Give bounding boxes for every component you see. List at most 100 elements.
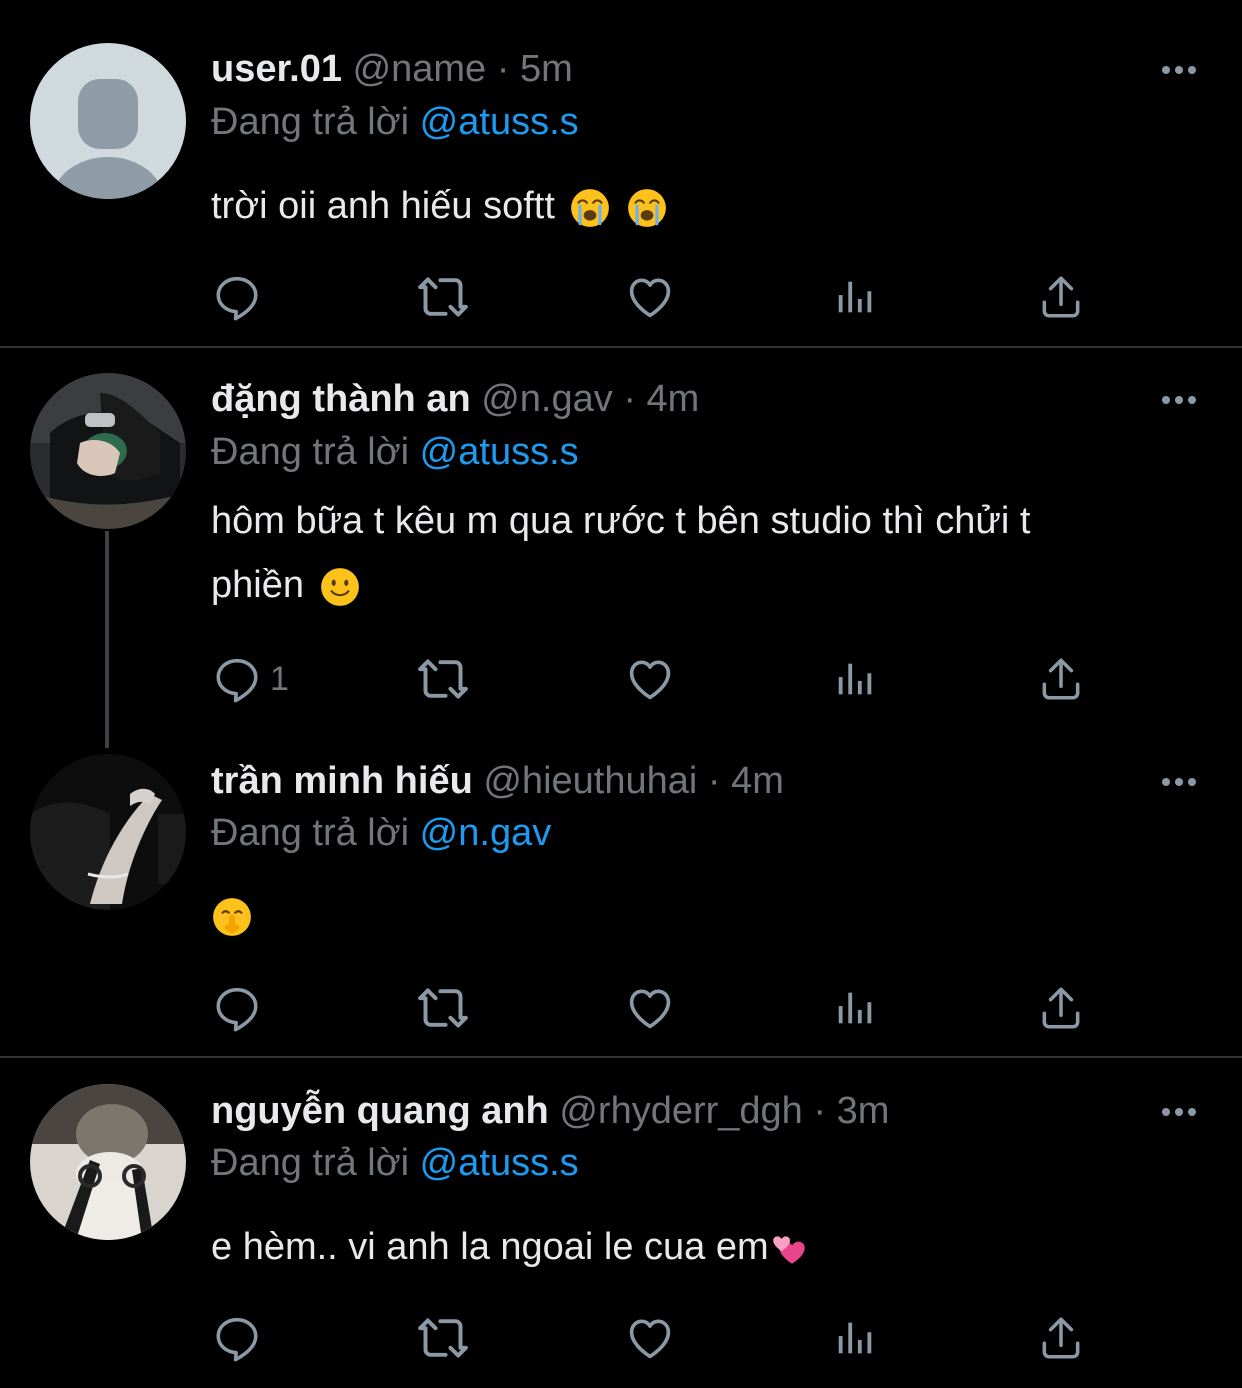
- loudly-crying-emoji-icon: [626, 187, 668, 229]
- handle[interactable]: @hieuthuhai: [483, 760, 697, 802]
- views-button[interactable]: [832, 649, 878, 709]
- retweet-button[interactable]: [415, 1308, 471, 1368]
- like-icon: [624, 653, 676, 705]
- tweet-3[interactable]: trần minh hiếu @hieuthuhai · 4m Đang trả…: [0, 728, 1242, 1056]
- reply-icon: [212, 983, 262, 1033]
- tweet-text: hôm bữa t kêu m qua rước t bên studio th…: [211, 489, 1191, 617]
- views-icon: [832, 985, 878, 1031]
- tweet-header: trần minh hiếu @hieuthuhai · 4m: [211, 756, 784, 806]
- thread-line: [105, 531, 109, 748]
- action-bar: [0, 978, 1242, 1038]
- retweet-button[interactable]: [415, 267, 471, 327]
- separator: ·: [813, 1090, 827, 1132]
- more-icon[interactable]: [1154, 1102, 1204, 1122]
- reply-icon: [212, 272, 262, 322]
- retweet-icon: [415, 651, 471, 707]
- like-icon: [624, 1312, 676, 1364]
- handle[interactable]: @rhyderr_dgh: [559, 1090, 802, 1132]
- handle[interactable]: @name: [353, 48, 487, 90]
- share-button[interactable]: [1036, 267, 1086, 327]
- tweet-text: trời oii anh hiếu softt: [211, 174, 1191, 238]
- views-button[interactable]: [832, 1308, 878, 1368]
- mention-link[interactable]: @n.gav: [420, 812, 552, 854]
- timestamp[interactable]: 5m: [520, 48, 573, 90]
- timestamp[interactable]: 4m: [647, 378, 700, 420]
- retweet-icon: [415, 1310, 471, 1366]
- loudly-crying-emoji-icon: [569, 187, 611, 229]
- reply-button[interactable]: [212, 1308, 270, 1368]
- replying-to: Đang trả lời @n.gav: [211, 808, 551, 858]
- tweet-header: user.01 @name · 5m: [211, 44, 573, 94]
- slightly-smiling-emoji-icon: [319, 566, 361, 608]
- tweet-4[interactable]: nguyễn quang anh @rhyderr_dgh · 3m Đang …: [0, 1058, 1242, 1388]
- display-name[interactable]: đặng thành an: [211, 378, 471, 420]
- reply-icon: [212, 654, 262, 704]
- more-icon[interactable]: [1154, 60, 1204, 80]
- views-icon: [832, 274, 878, 320]
- views-button[interactable]: [832, 978, 878, 1038]
- replying-label: Đang trả lời: [211, 101, 410, 143]
- tweet-1[interactable]: user.01 @name · 5m Đang trả lời @atuss.s…: [0, 0, 1242, 346]
- like-button[interactable]: [624, 267, 676, 327]
- share-button[interactable]: [1036, 978, 1086, 1038]
- views-button[interactable]: [832, 267, 878, 327]
- share-icon: [1036, 654, 1086, 704]
- profile-photo-icon: [30, 754, 186, 910]
- retweet-icon: [415, 980, 471, 1036]
- tweet-text-content: trời oii anh hiếu softt: [211, 185, 555, 227]
- share-icon: [1036, 272, 1086, 322]
- handle[interactable]: @n.gav: [481, 378, 613, 420]
- replying-to: Đang trả lời @atuss.s: [211, 427, 579, 477]
- retweet-icon: [415, 269, 471, 325]
- separator: ·: [707, 760, 721, 802]
- like-button[interactable]: [624, 978, 676, 1038]
- reply-button[interactable]: [212, 978, 270, 1038]
- more-icon[interactable]: [1154, 390, 1204, 410]
- default-avatar-icon: [30, 43, 186, 199]
- reply-count: 1: [270, 659, 289, 698]
- separator: ·: [623, 378, 636, 420]
- like-button[interactable]: [624, 649, 676, 709]
- avatar[interactable]: [30, 43, 186, 199]
- retweet-button[interactable]: [415, 978, 471, 1038]
- shushing-face-emoji-icon: [211, 896, 253, 938]
- reply-button[interactable]: [212, 267, 270, 327]
- views-icon: [832, 1315, 878, 1361]
- avatar[interactable]: [30, 1084, 186, 1240]
- tweet-text: e hèm.. vi anh la ngoai le cua em: [211, 1215, 1191, 1279]
- tweet-2[interactable]: đặng thành an @n.gav · 4m Đang trả lời @…: [0, 348, 1242, 748]
- mention-link[interactable]: @atuss.s: [420, 101, 579, 143]
- mention-link[interactable]: @atuss.s: [420, 431, 579, 473]
- reply-button[interactable]: 1: [212, 649, 289, 709]
- share-button[interactable]: [1036, 649, 1086, 709]
- share-icon: [1036, 1313, 1086, 1363]
- timestamp[interactable]: 3m: [837, 1090, 890, 1132]
- replying-label: Đang trả lời: [211, 431, 410, 473]
- tweet-header: đặng thành an @n.gav · 4m: [211, 374, 699, 424]
- reply-icon: [212, 1313, 262, 1363]
- like-button[interactable]: [624, 1308, 676, 1368]
- profile-photo-icon: [30, 373, 186, 529]
- action-bar: 1: [0, 649, 1242, 709]
- more-icon[interactable]: [1154, 772, 1204, 792]
- timestamp[interactable]: 4m: [731, 760, 784, 802]
- views-icon: [832, 656, 878, 702]
- like-icon: [624, 271, 676, 323]
- replying-to: Đang trả lời @atuss.s: [211, 97, 579, 147]
- avatar[interactable]: [30, 373, 186, 529]
- mention-link[interactable]: @atuss.s: [420, 1142, 579, 1184]
- share-button[interactable]: [1036, 1308, 1086, 1368]
- avatar[interactable]: [30, 754, 186, 910]
- profile-photo-icon: [30, 1084, 186, 1240]
- tweet-text-line: phiền: [211, 553, 1191, 617]
- action-bar: [0, 1308, 1242, 1368]
- display-name[interactable]: user.01: [211, 48, 342, 90]
- retweet-button[interactable]: [415, 649, 471, 709]
- tweet-text-content: phiền: [211, 564, 304, 606]
- tweet-text-line: hôm bữa t kêu m qua rước t bên studio th…: [211, 500, 1031, 542]
- like-icon: [624, 982, 676, 1034]
- tweet-text-content: e hèm.. vi anh la ngoai le cua em: [211, 1226, 769, 1268]
- display-name[interactable]: nguyễn quang anh: [211, 1090, 549, 1132]
- separator: ·: [496, 48, 510, 90]
- display-name[interactable]: trần minh hiếu: [211, 760, 473, 802]
